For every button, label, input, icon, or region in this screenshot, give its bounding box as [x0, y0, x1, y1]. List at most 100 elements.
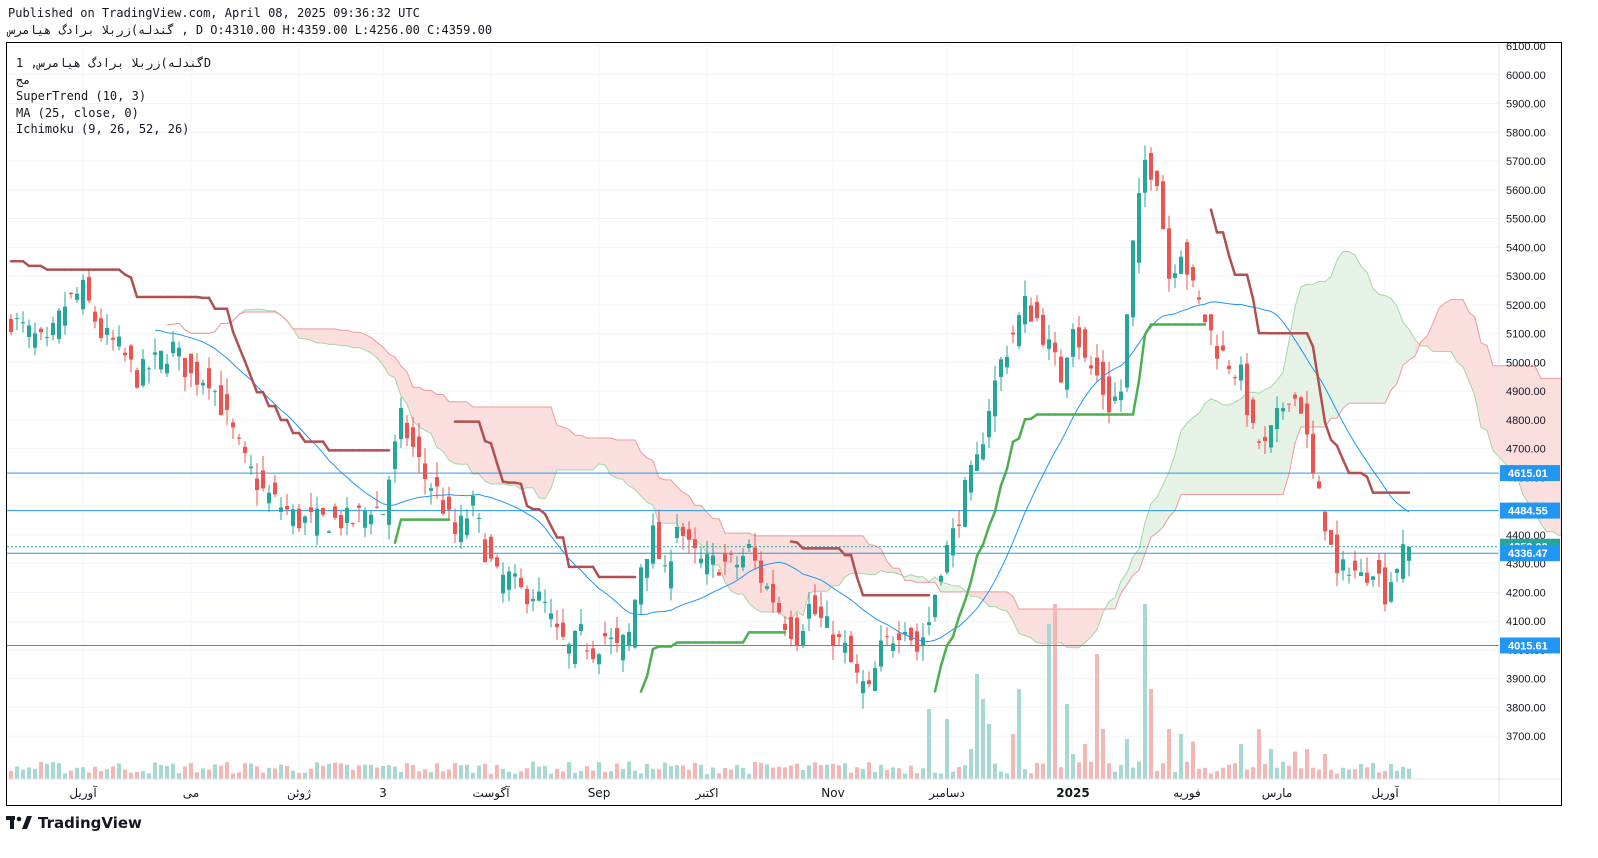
candle-body: [135, 370, 139, 388]
candle-body: [1233, 377, 1237, 379]
candle-body: [855, 663, 859, 673]
candle: [309, 493, 313, 523]
x-tick-label: می: [183, 786, 199, 800]
tradingview-brand[interactable]: TradingView: [6, 814, 142, 832]
cloud-segment: [1367, 272, 1373, 404]
candle-body: [1365, 572, 1369, 583]
candle: [171, 330, 175, 357]
candle-body: [837, 634, 841, 637]
supertrend-segment: [981, 525, 991, 546]
volume-bar: [261, 772, 265, 779]
volume-bar: [1059, 767, 1063, 779]
candle-body: [195, 361, 199, 385]
supertrend-segment: [1131, 379, 1141, 416]
candle-body: [363, 510, 367, 528]
price-chart[interactable]: 3700.003800.003900.004000.004100.004200.…: [7, 43, 1561, 805]
candle: [63, 291, 67, 335]
cloud-segment: [647, 457, 653, 506]
volume-bar: [213, 764, 217, 779]
volume-bar: [1215, 771, 1219, 779]
volume-bar: [1395, 770, 1399, 779]
volume-bar: [693, 762, 697, 779]
volume-bar: [999, 771, 1003, 779]
volume-bar: [783, 767, 787, 779]
candle-body: [345, 507, 349, 523]
y-tick-label: 3700.00: [1506, 731, 1546, 743]
volume-bar: [1407, 768, 1411, 779]
candle: [165, 353, 169, 377]
candle-body: [333, 506, 337, 518]
candle: [873, 661, 877, 692]
legend-ma[interactable]: MA (25, close, 0): [16, 105, 211, 122]
legend-ichimoku[interactable]: Ichimoku (9, 26, 52, 26): [16, 121, 211, 138]
cloud-segment: [329, 328, 335, 345]
price-tag: 4336.47: [1500, 545, 1560, 562]
candle-body: [1005, 356, 1009, 368]
volume-bar: [81, 767, 85, 779]
candle-body: [567, 644, 571, 654]
candle-body: [549, 613, 553, 620]
candle-body: [189, 353, 193, 374]
candle-body: [927, 622, 931, 626]
volume-bar: [1065, 704, 1069, 779]
candle-body: [1209, 314, 1213, 331]
candle-body: [1293, 394, 1297, 399]
cloud-segment: [581, 435, 587, 470]
candle: [921, 623, 925, 662]
cloud-segment: [1199, 403, 1205, 495]
volume-bar: [39, 761, 43, 779]
candle-body: [1257, 441, 1261, 443]
volume-bar: [195, 772, 199, 779]
volume-bar: [741, 767, 745, 779]
cloud-segment: [917, 576, 923, 583]
volume-bar: [897, 768, 901, 779]
candle: [327, 530, 331, 534]
volume-bar: [1101, 729, 1105, 779]
candle-body: [807, 604, 811, 619]
x-tick-label: Sep: [588, 786, 611, 800]
candle-body: [1185, 242, 1189, 275]
volume-bar: [1401, 766, 1405, 779]
candle-body: [639, 567, 643, 605]
cloud-segment: [731, 533, 737, 595]
cloud-segment: [1445, 299, 1451, 352]
volume-bar: [99, 770, 103, 779]
volume-bar: [771, 767, 775, 779]
candle: [1299, 395, 1303, 415]
legend-sub: مج: [16, 72, 31, 87]
supertrend-segment: [1341, 458, 1351, 475]
candle-body: [531, 598, 535, 602]
volume-bar: [501, 768, 505, 779]
candle: [303, 515, 307, 536]
candle: [135, 367, 139, 389]
volume-bar: [363, 764, 367, 779]
supertrend-segment: [393, 518, 403, 544]
cloud-segment: [599, 437, 605, 466]
candle-body: [141, 359, 145, 386]
volume-bar: [231, 773, 235, 779]
candle-body: [447, 496, 451, 510]
volume-bar: [597, 762, 601, 779]
cloud-segment: [881, 548, 887, 573]
candle: [195, 352, 199, 396]
candle-body: [1179, 256, 1183, 274]
supertrend-segment: [129, 276, 139, 299]
candle: [981, 432, 985, 461]
candle: [177, 341, 181, 371]
candle-body: [471, 495, 475, 506]
volume-bar: [585, 765, 589, 779]
cloud-segment: [461, 401, 467, 465]
volume-bar: [681, 765, 685, 779]
volume-bar: [327, 763, 331, 779]
cloud-segment: [611, 437, 617, 479]
candle: [999, 356, 1003, 391]
volume-bar: [855, 767, 859, 779]
candle-body: [1197, 297, 1201, 300]
legend-supertrend[interactable]: SuperTrend (10, 3): [16, 88, 211, 105]
volume-bar: [1209, 773, 1213, 779]
candle-body: [765, 586, 769, 589]
price-tag: 4484.55: [1500, 502, 1560, 519]
candle-body: [573, 630, 577, 664]
chart-frame[interactable]: 3700.003800.003900.004000.004100.004200.…: [6, 42, 1562, 806]
candle: [1239, 356, 1243, 391]
